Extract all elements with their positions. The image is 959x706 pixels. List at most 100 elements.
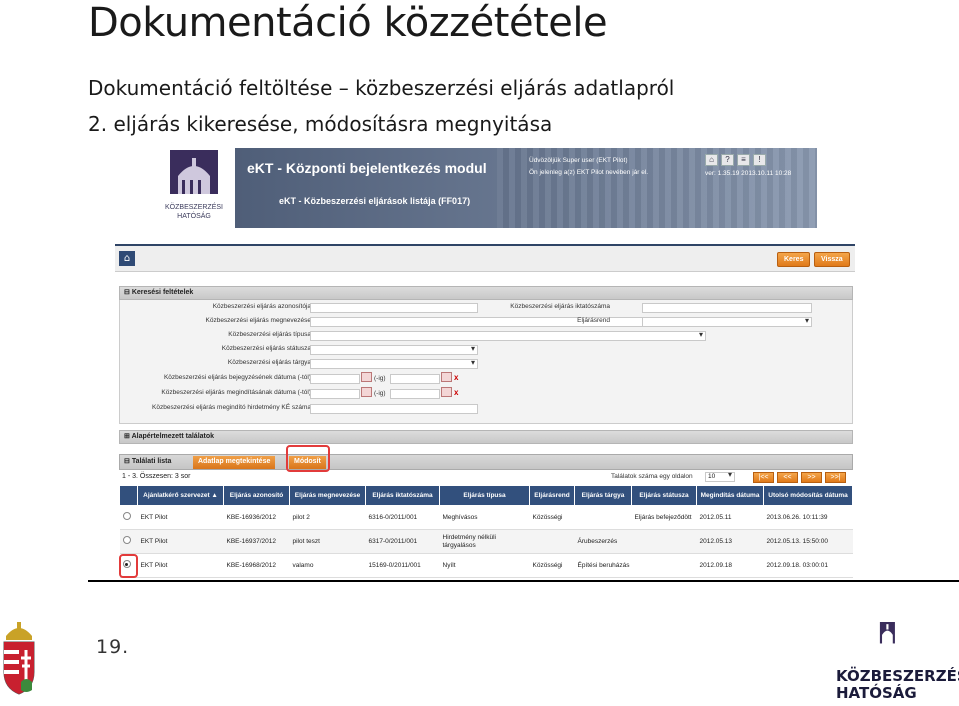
- back-button[interactable]: Vissza: [814, 252, 850, 267]
- column-header[interactable]: Utolsó módosítás dátuma: [763, 485, 853, 506]
- table-row[interactable]: EKT Pilot KBE-16937/2012 pilot teszt 631…: [119, 529, 853, 554]
- procedure-regime-select[interactable]: [642, 316, 812, 327]
- home-icon[interactable]: ⌂: [705, 154, 718, 166]
- results-header[interactable]: ⊟ Találati lista: [124, 457, 171, 465]
- default-results-header[interactable]: ⊞ Alapértelmezett találatok: [119, 430, 853, 444]
- field-label: Közbeszerzési eljárás azonosítója: [212, 303, 311, 310]
- table-cell: EKT Pilot: [137, 553, 224, 578]
- building-icon: [170, 150, 218, 194]
- app-banner: eKT - Központi bejelentkezés modul eKT -…: [235, 148, 817, 228]
- table-cell: Nyílt: [439, 553, 530, 578]
- table-cell: Hirdetmény nélküli tárgyalásos: [439, 529, 530, 554]
- calendar-icon[interactable]: [441, 372, 452, 382]
- procedure-type-select[interactable]: [310, 330, 706, 341]
- table-cell: 2012.09.18: [696, 553, 764, 578]
- table-cell: Árubeszerzés: [574, 529, 632, 554]
- table-cell: Építési beruházás: [574, 553, 632, 578]
- banner-icon-bar: ⌂ ? ≡ !: [705, 154, 766, 166]
- registry-number-input[interactable]: [642, 303, 812, 313]
- app-logo-text: KÖZBESZERZÉSI HATÓSÁG: [165, 204, 223, 220]
- table-cell: 15169-0/2011/001: [365, 553, 440, 578]
- table-cell: pilot 2: [289, 505, 366, 530]
- field-label: Eljárásrend: [577, 317, 610, 324]
- slide-subtitle: Dokumentáció feltöltése – közbeszerzési …: [88, 76, 675, 100]
- first-page-button[interactable]: |<<: [753, 472, 774, 483]
- calendar-icon[interactable]: [361, 387, 372, 397]
- clear-icon[interactable]: x: [454, 373, 458, 382]
- coat-of-arms-icon: [3, 622, 35, 695]
- footer-logo-text: KÖZBESZERZÉSI HATÓSÁG: [836, 667, 959, 702]
- field-label: Közbeszerzési eljárás bejegyzésének dátu…: [163, 374, 311, 381]
- search-button[interactable]: Keres: [777, 252, 811, 267]
- app-title: eKT - Központi bejelentkezés modul: [247, 160, 487, 176]
- procedure-status-select[interactable]: [310, 344, 478, 355]
- notice-number-input[interactable]: [310, 404, 478, 414]
- start-date-to[interactable]: [390, 389, 440, 399]
- field-label: Közbeszerzési eljárás tárgya: [227, 359, 311, 366]
- results-toolbar: ⊟ Találati lista Adatlap megtekintése Mó…: [119, 454, 853, 470]
- column-header[interactable]: Eljárás azonosító: [223, 485, 290, 506]
- result-count: 1 - 3. Összesen: 3 sor: [122, 473, 191, 480]
- procedure-id-input[interactable]: [310, 303, 478, 313]
- row-radio-cell[interactable]: [119, 505, 138, 530]
- column-header[interactable]: Eljárás megnevezése: [289, 485, 366, 506]
- column-header[interactable]: Eljárásrend: [529, 485, 575, 506]
- alert-icon[interactable]: !: [753, 154, 766, 166]
- slide-title: Dokumentáció közzététele: [88, 0, 608, 46]
- table-cell: 6316-0/2011/001: [365, 505, 440, 530]
- footer-divider: [88, 580, 959, 582]
- row-radio[interactable]: [122, 536, 131, 544]
- field-label: Közbeszerzési eljárás megindító hirdetmé…: [152, 404, 311, 411]
- prev-page-button[interactable]: <<: [777, 472, 798, 483]
- procedure-subject-select[interactable]: [310, 358, 478, 369]
- table-cell: EKT Pilot: [137, 505, 224, 530]
- slide-step: 2. eljárás kikeresése, módosításra megny…: [88, 112, 553, 136]
- help-icon[interactable]: ?: [721, 154, 734, 166]
- next-page-button[interactable]: >>: [801, 472, 822, 483]
- table-cell: KBE-16937/2012: [223, 529, 290, 554]
- start-date-from[interactable]: [310, 389, 360, 399]
- modify-highlight: [286, 445, 330, 472]
- table-cell: [631, 529, 697, 554]
- table-cell: Közösségi: [529, 505, 575, 530]
- table-row[interactable]: EKT Pilot KBE-16936/2012 pilot 2 6316-0/…: [119, 505, 853, 530]
- calendar-icon[interactable]: [361, 372, 372, 382]
- field-label: Közbeszerzési eljárás típusa: [228, 331, 311, 338]
- home-button[interactable]: ⌂: [119, 251, 135, 266]
- table-cell: 2013.06.26. 10:11:39: [763, 505, 853, 530]
- print-icon[interactable]: ≡: [737, 154, 750, 166]
- table-cell: 2012.05.13. 15:50:00: [763, 529, 853, 554]
- row-radio[interactable]: [122, 512, 131, 520]
- registration-date-to[interactable]: [390, 374, 440, 384]
- calendar-icon[interactable]: [441, 387, 452, 397]
- table-cell: KBE-16936/2012: [223, 505, 290, 530]
- page-title: eKT - Közbeszerzési eljárások listája (F…: [279, 196, 471, 206]
- table-cell: 2012.05.13: [696, 529, 764, 554]
- table-cell: [574, 505, 632, 530]
- table-cell: 2012.05.11: [696, 505, 764, 530]
- row-radio-cell[interactable]: [119, 529, 138, 554]
- field-label: Közbeszerzési eljárás megnevezése: [205, 317, 312, 324]
- column-header[interactable]: Eljárás iktatószáma: [365, 485, 440, 506]
- table-cell: [631, 553, 697, 578]
- main-toolbar: ⌂ Keres Vissza: [115, 244, 855, 272]
- view-datasheet-button[interactable]: Adatlap megtekintése: [193, 456, 276, 469]
- column-header[interactable]: Eljárás státusza: [631, 485, 697, 506]
- table-cell: EKT Pilot: [137, 529, 224, 554]
- results-table: Ajánlatkérő szervezet ▲ Eljárás azonosít…: [119, 485, 853, 578]
- registration-date-from[interactable]: [310, 374, 360, 384]
- radio-highlight: [119, 554, 138, 578]
- table-row[interactable]: EKT Pilot KBE-16968/2012 valamo 15169-0/…: [119, 553, 853, 578]
- column-header[interactable]: Megindítás dátuma: [696, 485, 764, 506]
- search-panel-header[interactable]: ⊟ Keresési feltételek: [119, 286, 853, 300]
- per-page-select[interactable]: 10: [705, 471, 735, 482]
- search-panel: Közbeszerzési eljárás azonosítója Közbes…: [119, 300, 853, 424]
- column-header[interactable]: Ajánlatkérő szervezet ▲: [137, 485, 224, 506]
- table-cell: [529, 529, 575, 554]
- app-screenshot: KÖZBESZERZÉSI HATÓSÁG eKT - Központi bej…: [115, 148, 855, 580]
- last-page-button[interactable]: >>|: [825, 472, 846, 483]
- column-header[interactable]: Eljárás típusa: [439, 485, 530, 506]
- per-page-label: Találatok száma egy oldalon: [611, 473, 693, 480]
- column-header[interactable]: Eljárás tárgya: [574, 485, 632, 506]
- clear-icon[interactable]: x: [454, 388, 458, 397]
